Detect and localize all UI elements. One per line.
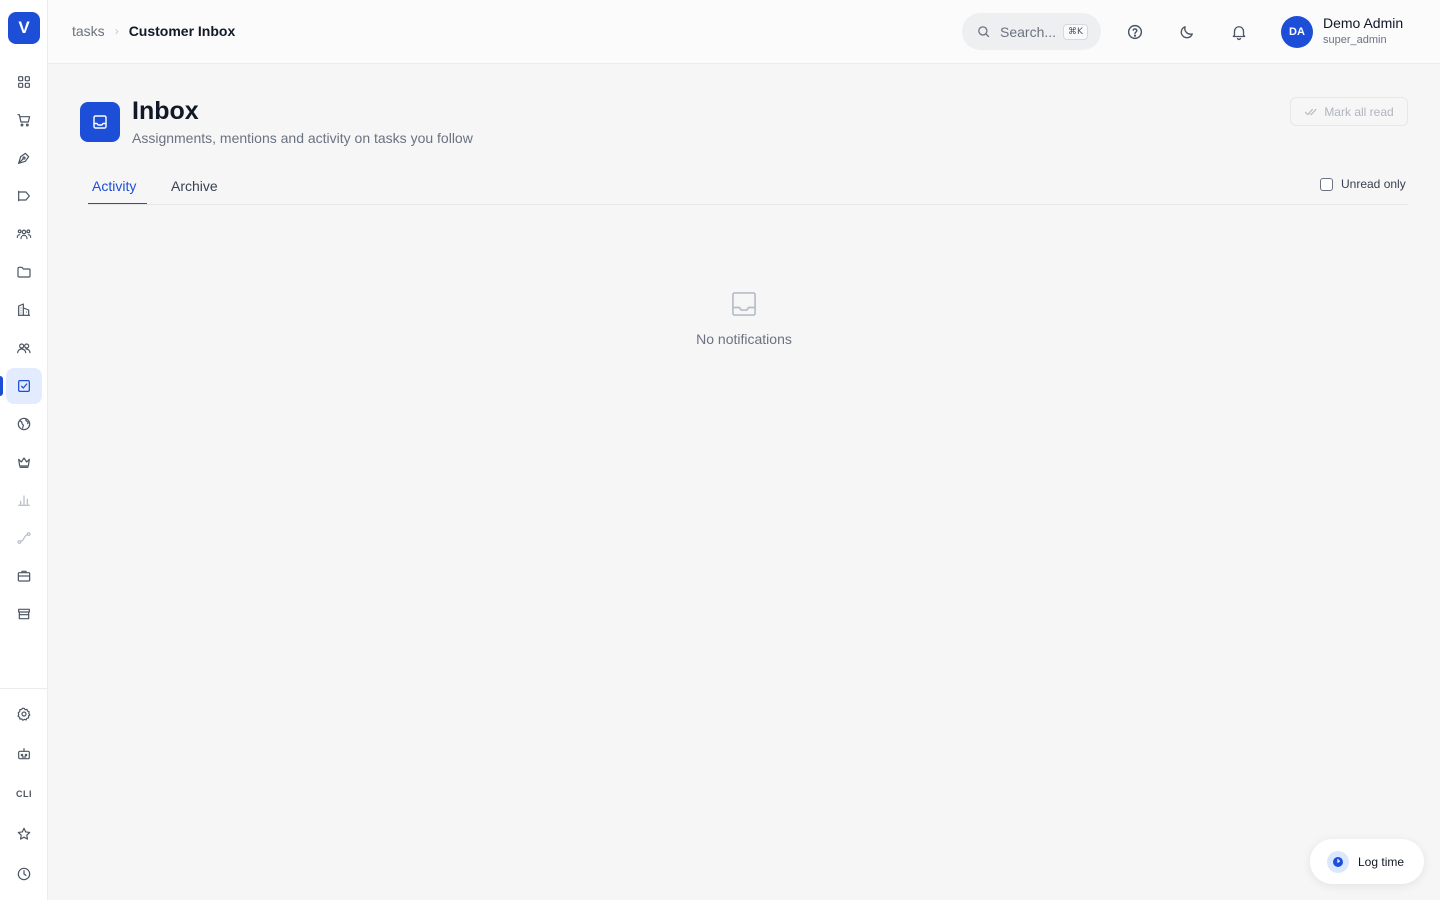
tabs-divider — [88, 204, 1408, 205]
sidebar-item-jobs[interactable] — [6, 558, 42, 594]
sidebar-item-premium[interactable] — [6, 444, 42, 480]
breadcrumb: tasks › Customer Inbox — [72, 23, 235, 39]
sidebar-item-tasks[interactable] — [6, 368, 42, 404]
help-circle-icon — [1127, 24, 1143, 40]
app-logo[interactable]: V — [8, 12, 40, 44]
search-placeholder: Search... — [1000, 23, 1057, 40]
tab-activity[interactable]: Activity — [92, 178, 136, 194]
store-icon — [18, 608, 30, 620]
tasks-checkbox-icon — [18, 380, 30, 392]
dashboard-grid-icon — [18, 76, 30, 88]
tab-archive[interactable]: Archive — [171, 178, 218, 194]
breadcrumb-parent-link[interactable]: tasks — [72, 23, 105, 39]
unread-only-filter[interactable]: Unread only — [1320, 177, 1406, 191]
sidebar-item-marketing[interactable] — [6, 178, 42, 214]
user-name[interactable]: Demo Admin — [1323, 15, 1403, 31]
clock-icon — [17, 867, 31, 881]
route-icon — [17, 532, 31, 544]
mark-all-read-button[interactable]: Mark all read — [1290, 97, 1408, 126]
crown-icon — [18, 457, 30, 468]
unread-only-checkbox[interactable] — [1320, 177, 1333, 191]
stopwatch-icon — [1327, 850, 1349, 873]
page-title: Inbox — [132, 97, 199, 125]
search-shortcut-badge: ⌘K — [1063, 23, 1088, 40]
sidebar-item-cli[interactable]: CLI — [6, 776, 42, 812]
cli-label: CLI — [16, 789, 32, 799]
theme-toggle-button[interactable] — [1173, 18, 1201, 46]
folder-icon — [17, 266, 31, 278]
buildings-icon — [18, 303, 30, 316]
sidebar: V CLI — [0, 0, 48, 900]
empty-state-message: No notifications — [696, 331, 792, 347]
active-nav-marker — [0, 376, 3, 396]
sidebar-item-companies[interactable] — [6, 292, 42, 328]
shopping-cart-icon — [17, 114, 31, 127]
search-icon — [978, 26, 990, 38]
notifications-button[interactable] — [1225, 18, 1253, 46]
sidebar-item-team[interactable] — [6, 216, 42, 252]
contacts-icon — [17, 343, 31, 354]
sidebar-item-settings[interactable] — [6, 696, 42, 732]
topbar: tasks › Customer Inbox Search... ⌘K DA D… — [48, 0, 1440, 64]
pen-tool-icon — [18, 152, 30, 164]
sidebar-item-contacts[interactable] — [6, 330, 42, 366]
user-role: super_admin — [1323, 34, 1387, 46]
sidebar-item-workflows[interactable] — [6, 520, 42, 556]
breadcrumb-current: Customer Inbox — [128, 23, 236, 39]
log-time-label: Log time — [1358, 854, 1405, 869]
sidebar-item-dashboard[interactable] — [6, 64, 42, 100]
bell-icon — [1232, 26, 1246, 41]
sidebar-item-favorites[interactable] — [6, 816, 42, 852]
sidebar-item-store[interactable] — [6, 596, 42, 632]
settings-gear-icon — [17, 707, 31, 721]
bar-chart-icon — [18, 495, 30, 506]
avatar[interactable]: DA — [1281, 16, 1313, 48]
sidebar-item-analytics[interactable] — [6, 482, 42, 518]
unread-only-label: Unread only — [1341, 177, 1406, 191]
empty-inbox-icon — [732, 292, 756, 316]
mark-all-read-label: Mark all read — [1324, 104, 1394, 119]
moon-icon — [1180, 26, 1193, 39]
briefcase-icon — [17, 570, 31, 582]
inbox-icon — [93, 115, 107, 129]
sidebar-divider — [0, 688, 48, 689]
double-check-icon — [1305, 108, 1317, 115]
robot-icon — [18, 748, 30, 760]
chevron-right-icon: › — [114, 24, 119, 38]
sidebar-item-automation[interactable] — [6, 736, 42, 772]
sidebar-item-files[interactable] — [6, 254, 42, 290]
log-time-button[interactable]: Log time — [1310, 839, 1424, 884]
help-button[interactable] — [1121, 18, 1149, 46]
inbox-page-icon — [80, 102, 120, 142]
search-input[interactable]: Search... ⌘K — [962, 13, 1101, 50]
sidebar-item-web[interactable] — [6, 406, 42, 442]
megaphone-icon — [18, 190, 30, 202]
globe-icon — [17, 417, 31, 431]
users-group-icon — [16, 229, 32, 240]
page-subtitle: Assignments, mentions and activity on ta… — [132, 130, 473, 146]
sidebar-item-content[interactable] — [6, 140, 42, 176]
sidebar-item-commerce[interactable] — [6, 102, 42, 138]
star-icon — [17, 827, 31, 840]
sidebar-item-history[interactable] — [6, 856, 42, 892]
